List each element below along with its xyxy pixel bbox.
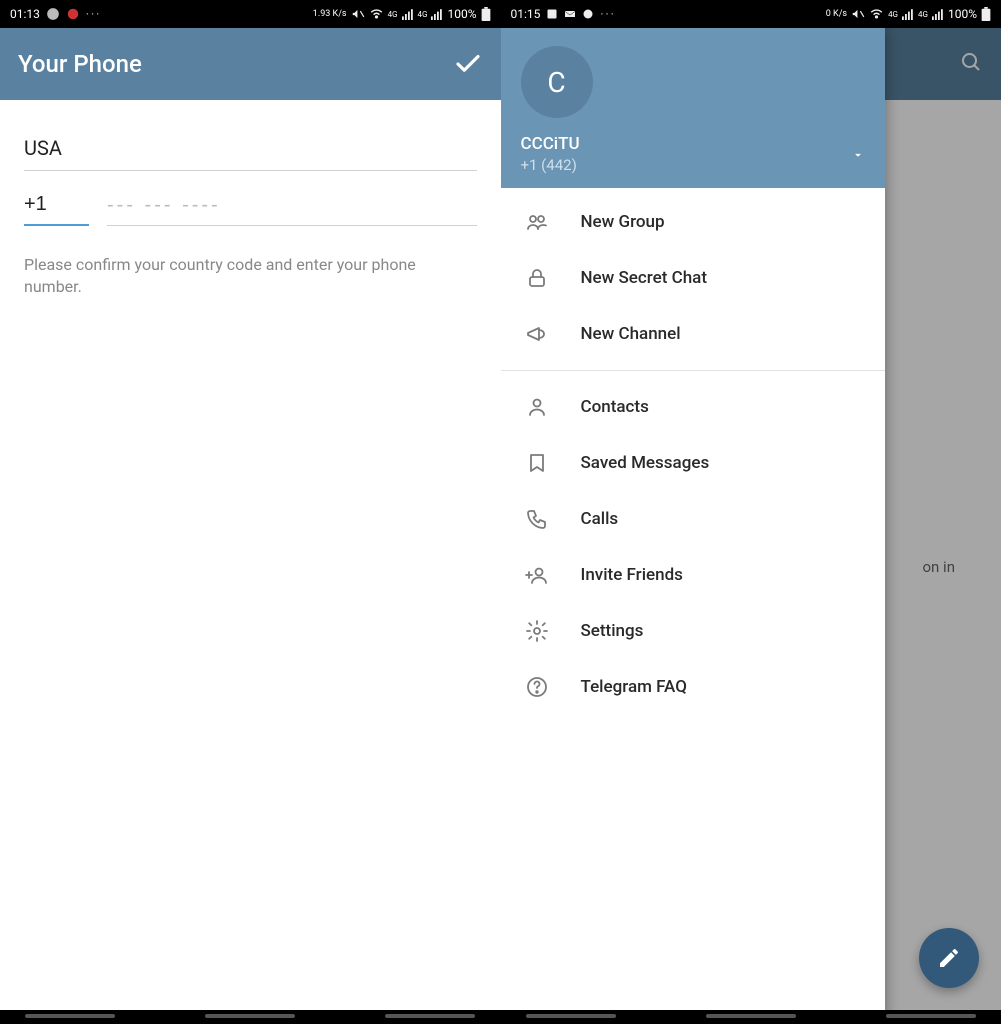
notification-icon (564, 8, 576, 20)
signal-icon-2 (431, 8, 443, 20)
notification-icon (582, 8, 594, 20)
signal-icon-1 (902, 8, 914, 20)
phone-icon (523, 507, 551, 531)
drawer-item-label: Calls (581, 509, 619, 529)
drawer-item-label: New Group (581, 212, 665, 232)
group-icon (523, 210, 551, 234)
drawer-new-group[interactable]: New Group (501, 194, 885, 250)
drawer-item-label: New Channel (581, 324, 681, 344)
drawer-contacts[interactable]: Contacts (501, 379, 885, 435)
notification-icon (546, 8, 558, 20)
avatar[interactable]: C (521, 46, 593, 118)
drawer-item-label: Telegram FAQ (581, 677, 687, 697)
wifi-icon (869, 7, 884, 21)
page-title: Your Phone (18, 50, 142, 78)
android-nav-bar (501, 1010, 1001, 1024)
drawer-item-label: Invite Friends (581, 565, 683, 585)
country-selector[interactable]: USA (24, 118, 477, 171)
chevron-down-icon[interactable] (851, 147, 865, 166)
gear-icon (523, 619, 551, 643)
drawer-saved-messages[interactable]: Saved Messages (501, 435, 885, 491)
lock-icon (523, 266, 551, 290)
battery-icon (481, 7, 491, 21)
phone-number-input[interactable] (107, 194, 477, 226)
drawer-list: New Group New Secret Chat New Channel Conta… (501, 188, 885, 721)
mute-icon (851, 7, 865, 21)
status-time: 01:13 (10, 7, 40, 21)
help-icon (523, 675, 551, 699)
more-status-icon: ··· (86, 7, 101, 21)
network-speed: 0 K/s (826, 10, 847, 19)
mute-icon (351, 7, 365, 21)
status-bar: 01:13 ··· 1.93 K/s 4G 4G 100% (0, 0, 501, 28)
wifi-icon (369, 7, 384, 21)
drawer-item-label: Contacts (581, 397, 649, 417)
account-name: CCCiTU (521, 134, 865, 154)
more-status-icon: ··· (600, 7, 615, 21)
bookmark-icon (523, 451, 551, 475)
signal-4g-2: 4G (918, 10, 928, 19)
drawer-item-label: Settings (581, 621, 644, 641)
status-time: 01:15 (511, 7, 541, 21)
drawer-divider (501, 370, 885, 371)
invite-icon (523, 563, 551, 587)
drawer-new-channel[interactable]: New Channel (501, 306, 885, 362)
screen-drawer-open: 01:15 ··· 0 K/s 4G 4G 100% on in (501, 0, 1001, 1024)
drawer-invite-friends[interactable]: Invite Friends (501, 547, 885, 603)
network-speed: 1.93 K/s (313, 10, 347, 19)
signal-4g-1: 4G (888, 10, 898, 19)
battery-percent: 100% (447, 7, 476, 21)
navigation-drawer: C CCCiTU +1 (442) New Group New Secret Ch… (501, 28, 885, 1024)
battery-icon (981, 7, 991, 21)
drawer-calls[interactable]: Calls (501, 491, 885, 547)
confirm-button[interactable] (453, 49, 483, 79)
toolbar: Your Phone (0, 28, 501, 100)
person-icon (523, 395, 551, 419)
drawer-header[interactable]: C CCCiTU +1 (442) (501, 28, 885, 188)
battery-percent: 100% (948, 7, 977, 21)
account-phone: +1 (442) (521, 156, 865, 174)
signal-4g-2: 4G (418, 10, 428, 19)
megaphone-icon (523, 322, 551, 346)
app-status-icon (46, 7, 60, 21)
screen-phone-setup: 01:13 ··· 1.93 K/s 4G 4G 100% Your Phone (0, 0, 501, 1024)
drawer-item-label: New Secret Chat (581, 268, 708, 288)
drawer-new-secret-chat[interactable]: New Secret Chat (501, 250, 885, 306)
drawer-faq[interactable]: Telegram FAQ (501, 659, 885, 715)
signal-4g-1: 4G (388, 10, 398, 19)
notification-icon (66, 7, 80, 21)
country-code-input[interactable] (24, 193, 89, 226)
android-nav-bar (0, 1010, 501, 1024)
compose-fab[interactable] (919, 928, 979, 988)
signal-icon-1 (402, 8, 414, 20)
status-bar: 01:15 ··· 0 K/s 4G 4G 100% (501, 0, 1001, 28)
drawer-item-label: Saved Messages (581, 453, 710, 473)
phone-form: USA Please confirm your country code and… (0, 100, 501, 1024)
hint-text: Please confirm your country code and ent… (24, 254, 477, 299)
signal-icon-2 (932, 8, 944, 20)
drawer-settings[interactable]: Settings (501, 603, 885, 659)
